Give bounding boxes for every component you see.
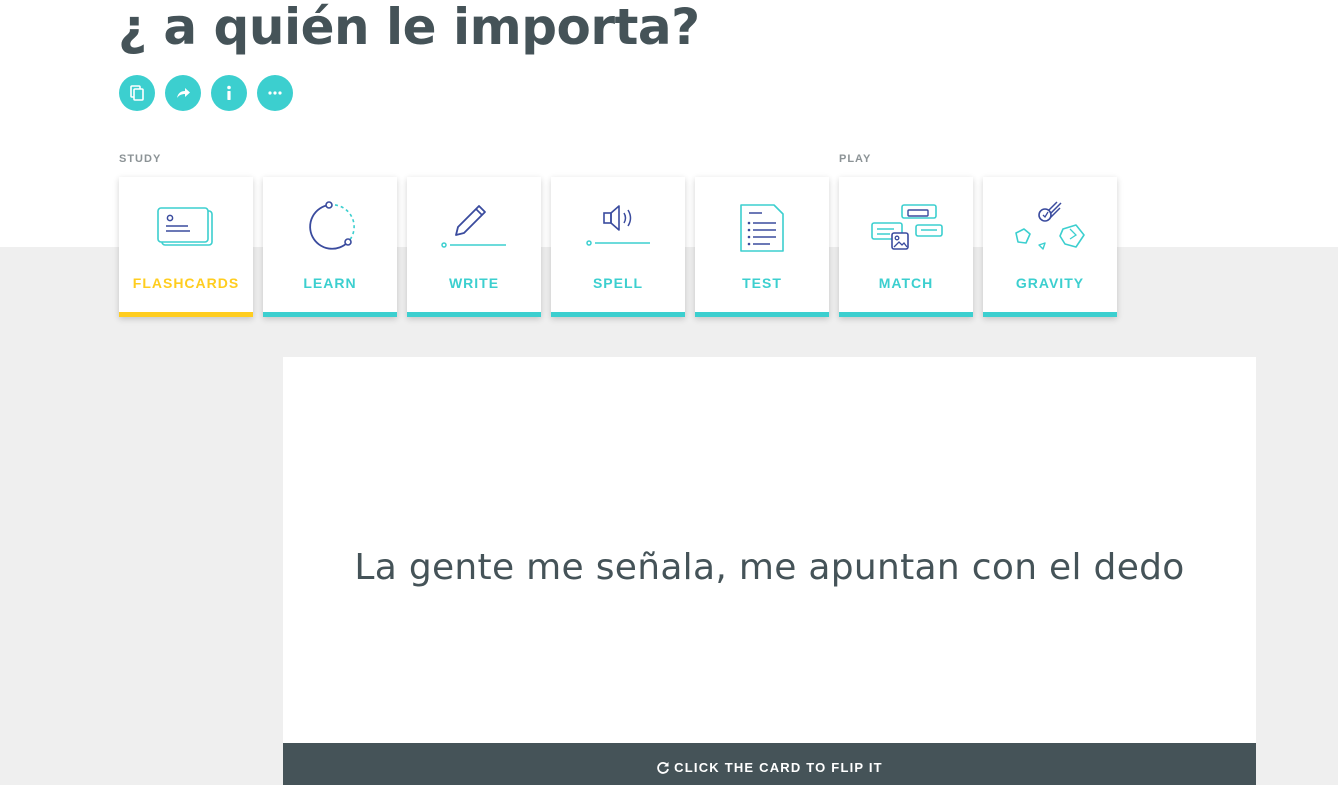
write-icon: [441, 205, 506, 248]
copy-button[interactable]: [119, 75, 155, 111]
mode-label: SPELL: [592, 275, 644, 291]
match-icon: [871, 204, 943, 250]
refresh-icon: [657, 762, 670, 774]
mode-label: GRAVITY: [1015, 275, 1085, 291]
set-actions: [119, 75, 293, 111]
play-section-label: PLAY: [839, 153, 872, 165]
gravity-icon: [1015, 201, 1085, 250]
mode-label: WRITE: [448, 275, 500, 291]
test-icon: [740, 204, 784, 252]
flip-hint: CLICK THE CARD TO FLIP IT: [674, 759, 883, 775]
share-button[interactable]: [165, 75, 201, 111]
mode-spell[interactable]: SPELL: [551, 177, 685, 317]
spell-icon: [586, 205, 650, 246]
info-button[interactable]: [211, 75, 247, 111]
flip-card-bar[interactable]: CLICK THE CARD TO FLIP IT: [283, 743, 1256, 785]
more-button[interactable]: [257, 75, 293, 111]
mode-flashcards[interactable]: FLASHCARDS: [119, 177, 253, 317]
info-icon: [227, 85, 231, 100]
mode-label: MATCH: [878, 275, 934, 291]
mode-learn[interactable]: LEARN: [263, 177, 397, 317]
learn-icon: [309, 201, 355, 250]
flashcards-icon: [157, 207, 213, 246]
mode-match[interactable]: MATCH: [839, 177, 973, 317]
more-icon: [268, 91, 282, 95]
mode-gravity[interactable]: GRAVITY: [983, 177, 1117, 317]
set-title: ¿ a quién le importa?: [118, 0, 700, 56]
mode-label: FLASHCARDS: [132, 275, 240, 291]
copy-icon: [130, 85, 144, 101]
flashcard[interactable]: La gente me señala, me apuntan con el de…: [283, 357, 1256, 743]
mode-label: TEST: [742, 275, 782, 291]
flashcard-term: La gente me señala, me apuntan con el de…: [354, 546, 1185, 588]
share-icon: [177, 88, 190, 98]
mode-label: LEARN: [303, 275, 357, 291]
study-section-label: STUDY: [119, 153, 162, 165]
mode-write[interactable]: WRITE: [407, 177, 541, 317]
mode-test[interactable]: TEST: [695, 177, 829, 317]
